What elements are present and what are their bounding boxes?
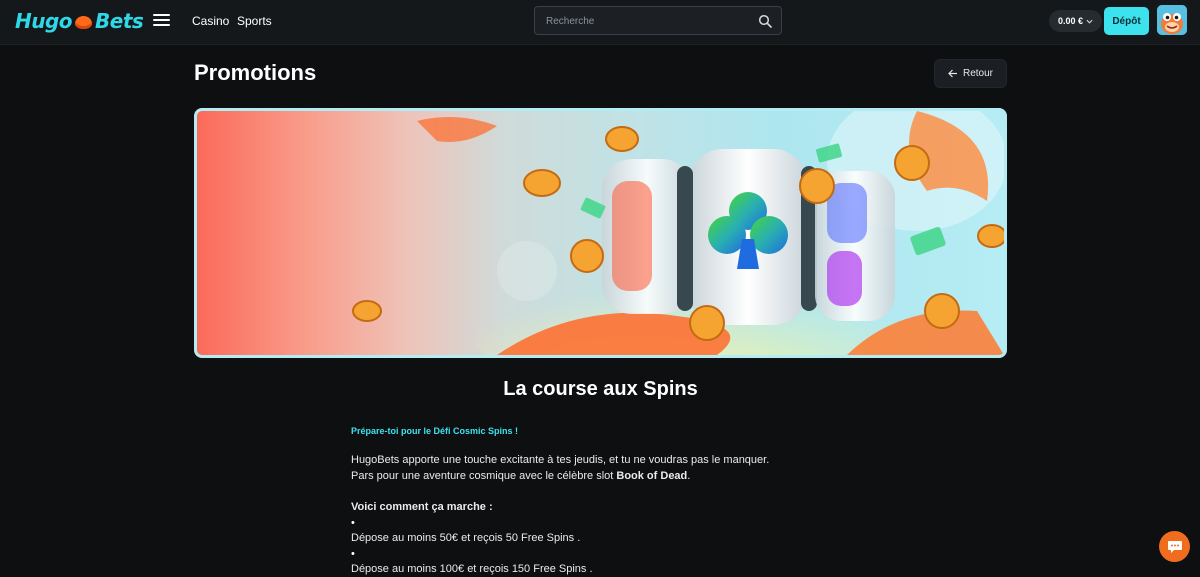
- page-title: Promotions: [194, 60, 317, 85]
- back-button[interactable]: Retour: [934, 59, 1007, 88]
- logo-mark-icon: [75, 15, 93, 29]
- search-box: [534, 6, 782, 36]
- chat-support-button[interactable]: [1159, 531, 1190, 562]
- search-input[interactable]: [544, 7, 748, 36]
- hugobets-logo[interactable]: Hugo Bets: [15, 8, 144, 34]
- steps-heading: Voici comment ça marche :: [351, 501, 493, 513]
- balance-amount: 0.00 €: [1057, 16, 1084, 26]
- balance-dropdown[interactable]: 0.00 €: [1049, 10, 1102, 32]
- list-bullet: •: [351, 517, 355, 529]
- promotion-description: HugoBets apporte une touche excitante à …: [351, 452, 871, 484]
- top-navigation-bar: Hugo Bets Casino Sports 0.00 € Dépôt: [0, 0, 1200, 45]
- chat-bubble-icon: [1167, 540, 1182, 553]
- arrow-left-icon: [948, 69, 957, 78]
- chevron-down-icon: [1086, 19, 1093, 24]
- user-avatar[interactable]: [1157, 5, 1187, 35]
- back-button-label: Retour: [962, 68, 993, 79]
- deposit-button[interactable]: Dépôt: [1104, 7, 1149, 35]
- description-line-2: Pars pour une aventure cosmique avec le …: [351, 470, 691, 482]
- nav-link-casino[interactable]: Casino: [192, 14, 229, 28]
- list-item: Dépose au moins 100€ et reçois 150 Free …: [351, 563, 593, 575]
- slot-reels-illustration: [352, 111, 1004, 355]
- game-name: Book of Dead: [616, 470, 688, 482]
- promotion-highlight: Prépare-toi pour le Défi Cosmic Spins !: [351, 426, 519, 436]
- logo-text-bets: Bets: [95, 9, 144, 33]
- promotion-title: La course aux Spins: [503, 378, 698, 400]
- search-icon[interactable]: [758, 14, 772, 28]
- nav-link-sports[interactable]: Sports: [237, 14, 272, 28]
- description-line-1: HugoBets apporte une touche excitante à …: [351, 454, 770, 466]
- promotion-banner-image: [194, 108, 1007, 358]
- list-bullet: •: [351, 548, 355, 560]
- logo-text-hugo: Hugo: [15, 9, 73, 33]
- hamburger-menu-icon[interactable]: [153, 14, 170, 28]
- list-item: Dépose au moins 50€ et reçois 50 Free Sp…: [351, 532, 581, 544]
- avatar-character-icon: [1157, 5, 1187, 35]
